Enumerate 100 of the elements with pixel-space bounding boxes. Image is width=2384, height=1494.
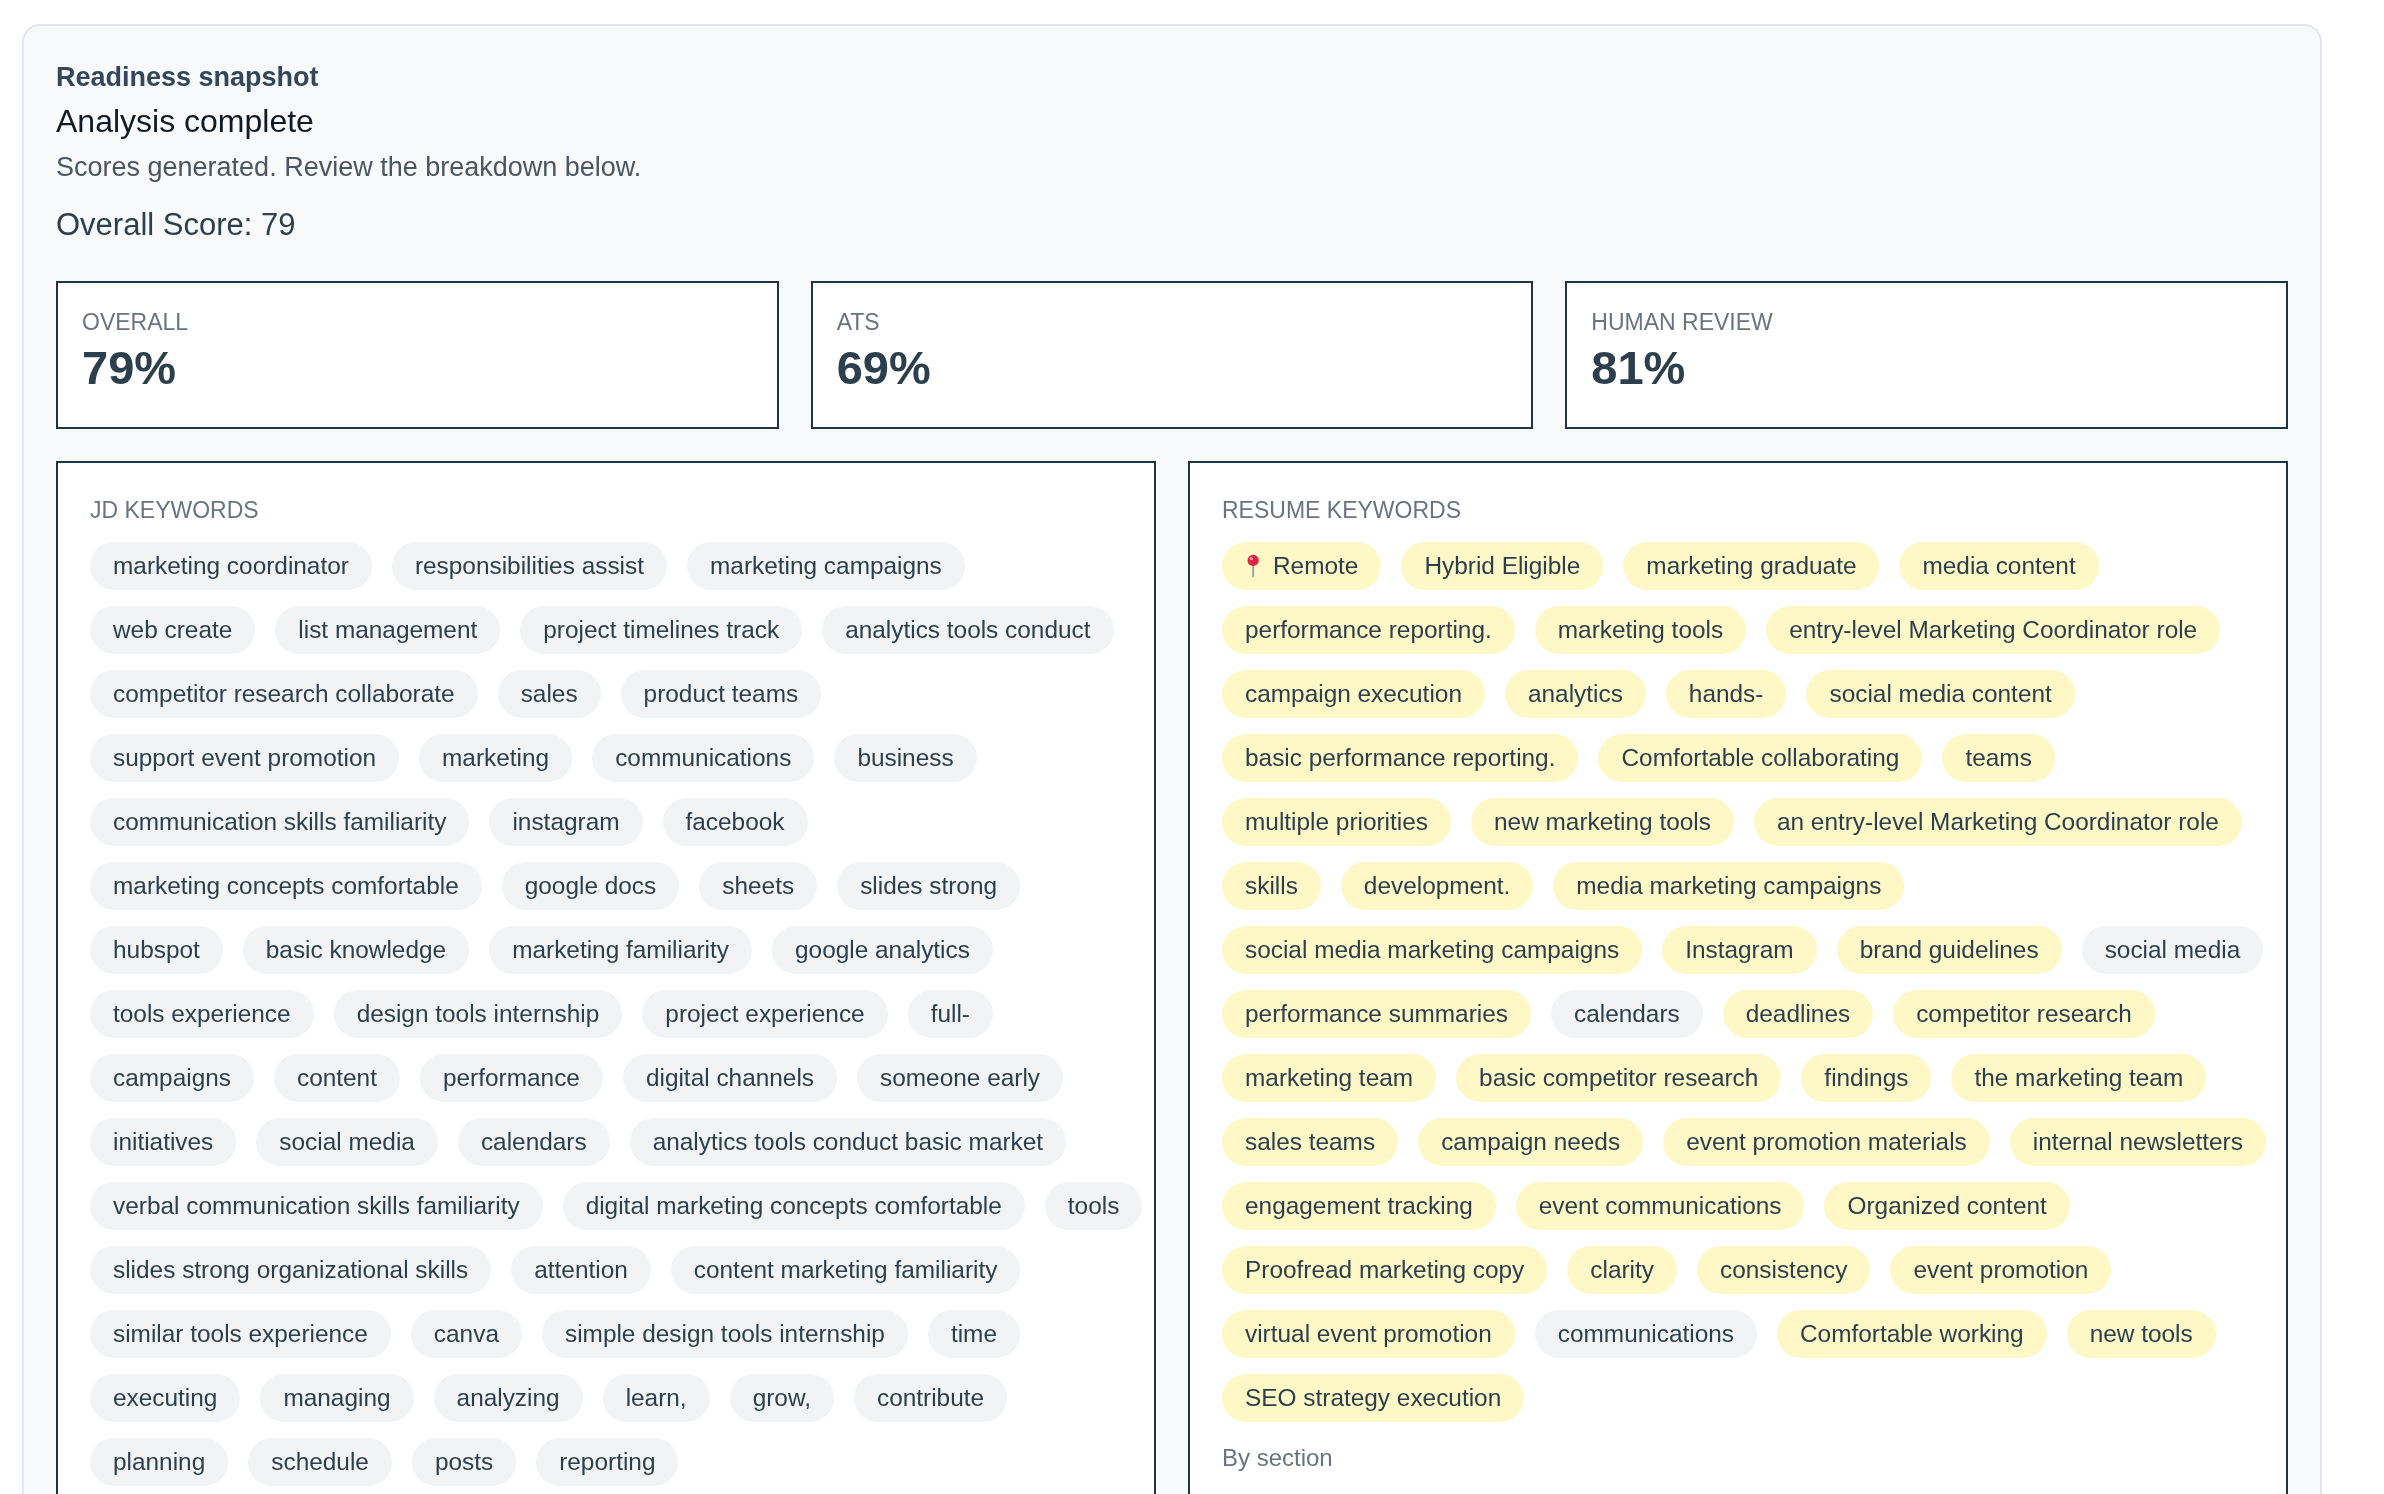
keyword-chip: product teams: [620, 670, 822, 718]
keyword-chip: sales teams: [1222, 1118, 1399, 1166]
score-label: ATS: [836, 309, 881, 336]
keyword-chip: media marketing campaigns: [1553, 862, 1905, 910]
keyword-chip: Remote: [1222, 542, 1382, 590]
keyword-chip: skills: [1222, 862, 1321, 910]
keyword-chip: reporting: [536, 1438, 679, 1486]
keyword-chip: Comfortable working: [1777, 1310, 2047, 1358]
status-title: Analysis complete: [56, 103, 315, 140]
keyword-chip: hubspot: [90, 926, 223, 974]
keyword-chip: performance summaries: [1222, 990, 1531, 1038]
keyword-chip: marketing familiarity: [489, 926, 752, 974]
keyword-chip: marketing graduate: [1623, 542, 1880, 590]
score-value: 81%: [1591, 340, 1687, 395]
keyword-chip: executing: [90, 1374, 241, 1422]
keyword-chip: hands-: [1665, 670, 1787, 718]
pin-icon: [1245, 554, 1261, 578]
keyword-chip: sheets: [699, 862, 818, 910]
keyword-chip: social media marketing campaigns: [1222, 926, 1643, 974]
keyword-chip: calendars: [1550, 990, 1703, 1038]
keyword-chip: Proofread marketing copy: [1222, 1246, 1548, 1294]
keyword-chip: digital channels: [622, 1054, 838, 1102]
keyword-chip: deadlines: [1722, 990, 1874, 1038]
keyword-chip: virtual event promotion: [1222, 1310, 1515, 1358]
keyword-chip: initiatives: [90, 1118, 237, 1166]
keyword-chip: analytics tools conduct: [822, 606, 1114, 654]
keyword-chip: sales: [497, 670, 601, 718]
keyword-chip: contribute: [853, 1374, 1008, 1422]
keyword-chip: slides strong: [837, 862, 1021, 910]
section-eyebrow: Readiness snapshot: [56, 62, 320, 93]
keyword-chip: content: [273, 1054, 400, 1102]
keyword-chip: slides strong organizational skills: [90, 1246, 492, 1294]
keyword-chip: someone early: [857, 1054, 1064, 1102]
keyword-chip: communications: [1534, 1310, 1757, 1358]
keyword-chip: learn,: [602, 1374, 710, 1422]
keyword-chip: project timelines track: [520, 606, 803, 654]
keyword-chip: new marketing tools: [1471, 798, 1734, 846]
keyword-chip: engagement tracking: [1222, 1182, 1496, 1230]
keyword-chip: brand guidelines: [1836, 926, 2062, 974]
score-label: HUMAN REVIEW: [1591, 309, 1774, 336]
status-subtitle: Scores generated. Review the breakdown below.: [56, 152, 643, 183]
keyword-chip: campaign execution: [1222, 670, 1485, 718]
keyword-chip: the marketing team: [1951, 1054, 2207, 1102]
keyword-chip: entry-level Marketing Coordinator role: [1766, 606, 2221, 654]
keyword-chip: event promotion: [1890, 1246, 2112, 1294]
keyword-chip: tools: [1044, 1182, 1143, 1230]
keyword-chip: communication skills familiarity: [90, 798, 470, 846]
keyword-chip: support event promotion: [90, 734, 400, 782]
keyword-chip: campaigns: [90, 1054, 254, 1102]
score-value: 79%: [82, 340, 178, 395]
keyword-chip: marketing team: [1222, 1054, 1437, 1102]
keyword-chip: analytics tools conduct basic market: [629, 1118, 1067, 1166]
keyword-chip: google docs: [501, 862, 680, 910]
keyword-chip: event promotion materials: [1663, 1118, 1990, 1166]
keyword-chip: development.: [1340, 862, 1534, 910]
keyword-chip: social media content: [1806, 670, 2075, 718]
keyword-chip: facebook: [662, 798, 808, 846]
keyword-chip: Comfortable collaborating: [1598, 734, 1923, 782]
keyword-chip: attention: [511, 1246, 651, 1294]
panel-title: RESUME KEYWORDS: [1222, 497, 1462, 524]
keyword-chip: clarity: [1567, 1246, 1677, 1294]
keyword-chip: schedule: [248, 1438, 392, 1486]
keyword-chip: multiple priorities: [1222, 798, 1451, 846]
keyword-chip: media content: [1899, 542, 2099, 590]
keyword-chip: content marketing familiarity: [670, 1246, 1021, 1294]
keyword-chip: responsibilities assist: [391, 542, 667, 590]
keyword-chip: analytics: [1504, 670, 1646, 718]
keyword-chip: calendars: [457, 1118, 610, 1166]
keyword-chip: time: [927, 1310, 1020, 1358]
overall-score: Overall Score: 79: [56, 207, 297, 243]
keyword-chip: similar tools experience: [90, 1310, 391, 1358]
panel-title: JD KEYWORDS: [90, 497, 260, 524]
keyword-chip: performance reporting.: [1222, 606, 1515, 654]
keyword-chip: teams: [1942, 734, 2055, 782]
keyword-chip: consistency: [1697, 1246, 1871, 1294]
keyword-chip: project experience: [642, 990, 888, 1038]
keyword-chip: marketing concepts comfortable: [90, 862, 482, 910]
keyword-chip: business: [834, 734, 977, 782]
keyword-chip: posts: [411, 1438, 517, 1486]
keyword-chip: verbal communication skills familiarity: [90, 1182, 543, 1230]
keyword-chip: basic knowledge: [242, 926, 470, 974]
keyword-chip: communications: [592, 734, 815, 782]
keyword-chip: basic performance reporting.: [1222, 734, 1579, 782]
keyword-chip: campaign needs: [1418, 1118, 1644, 1166]
keyword-chip: internal newsletters: [2009, 1118, 2266, 1166]
section-label: By section: [1222, 1444, 1334, 1472]
keyword-chip: findings: [1801, 1054, 1932, 1102]
keyword-chip: social media: [2081, 926, 2264, 974]
keyword-chip: design tools internship: [333, 990, 623, 1038]
keyword-chip: marketing campaigns: [687, 542, 965, 590]
keyword-chip: planning: [90, 1438, 229, 1486]
keyword-chip: list management: [275, 606, 501, 654]
keyword-chip: new tools: [2066, 1310, 2216, 1358]
keyword-chip: web create: [90, 606, 256, 654]
keyword-chip: managing: [260, 1374, 414, 1422]
keyword-chip: canva: [410, 1310, 522, 1358]
keyword-chip: competitor research: [1893, 990, 2155, 1038]
keyword-chip: event communications: [1515, 1182, 1805, 1230]
keyword-chip: SEO strategy execution: [1222, 1374, 1525, 1422]
score-label: OVERALL: [82, 309, 190, 336]
